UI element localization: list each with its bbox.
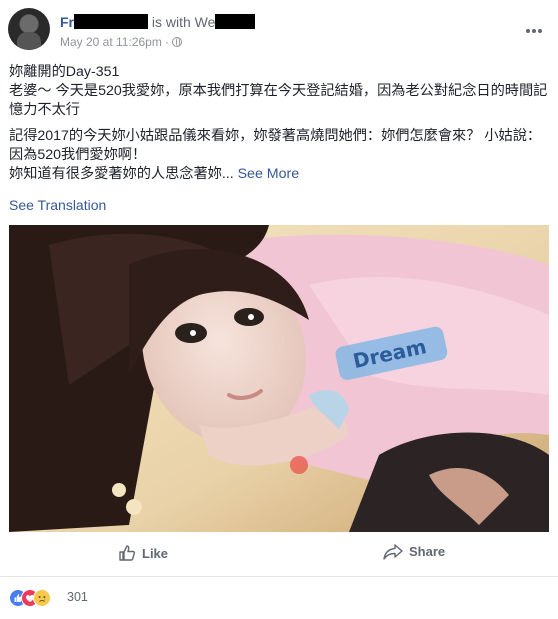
share-button[interactable]: Share (383, 544, 445, 560)
like-button[interactable]: Like (118, 544, 168, 562)
author-name[interactable]: Fr (60, 14, 74, 30)
post-meta: May 20 at 11:26pm · (60, 35, 182, 49)
meta-separator: · (164, 35, 169, 49)
sad-reaction-icon (33, 589, 51, 607)
reaction-count[interactable]: 301 (67, 590, 88, 604)
post-paragraph-4-line: 妳知道有很多愛著妳的人思念著妳... See More (9, 165, 549, 184)
post-photo[interactable]: Dream (9, 225, 549, 532)
see-translation-link[interactable]: See Translation (9, 197, 106, 213)
post-paragraph-3: 記得2017的今天妳小姑跟品儀來看妳，妳發著高燒問她們：妳們怎麼會來？ 小姑說：… (9, 128, 542, 163)
more-options-icon[interactable] (526, 20, 548, 33)
share-arrow-icon (383, 544, 403, 560)
post-paragraph-2: 老婆～ 今天是520我愛妳，原本我們打算在今天登記結婚，因為老公對紀念日的時間記… (9, 83, 548, 118)
photo-illustration: Dream (9, 225, 549, 532)
with-text: is with We (151, 14, 216, 30)
author-line: Fr is with We (60, 14, 256, 30)
author-avatar[interactable] (8, 8, 50, 50)
redacted-name (74, 14, 148, 29)
post-paragraph-4: 妳知道有很多愛著妳的人思念著妳... (9, 166, 234, 182)
redacted-tagged-name (215, 14, 256, 29)
reactions-divider (0, 576, 558, 577)
like-label: Like (142, 546, 169, 561)
post-text: 妳離開的Day-351 老婆～ 今天是520我愛妳，原本我們打算在今天登記結婚，… (9, 63, 549, 184)
globe-icon[interactable] (171, 37, 182, 47)
post-actions: Like Share (0, 538, 558, 570)
see-more-link[interactable]: See More (238, 166, 300, 182)
thumbs-up-icon (119, 545, 136, 561)
post-paragraph-1: 妳離開的Day-351 (9, 64, 120, 80)
post-timestamp[interactable]: May 20 at 11:26pm (60, 35, 162, 49)
post-header: Fr is with We May 20 at 11:26pm · (8, 8, 548, 54)
share-label: Share (409, 544, 446, 559)
